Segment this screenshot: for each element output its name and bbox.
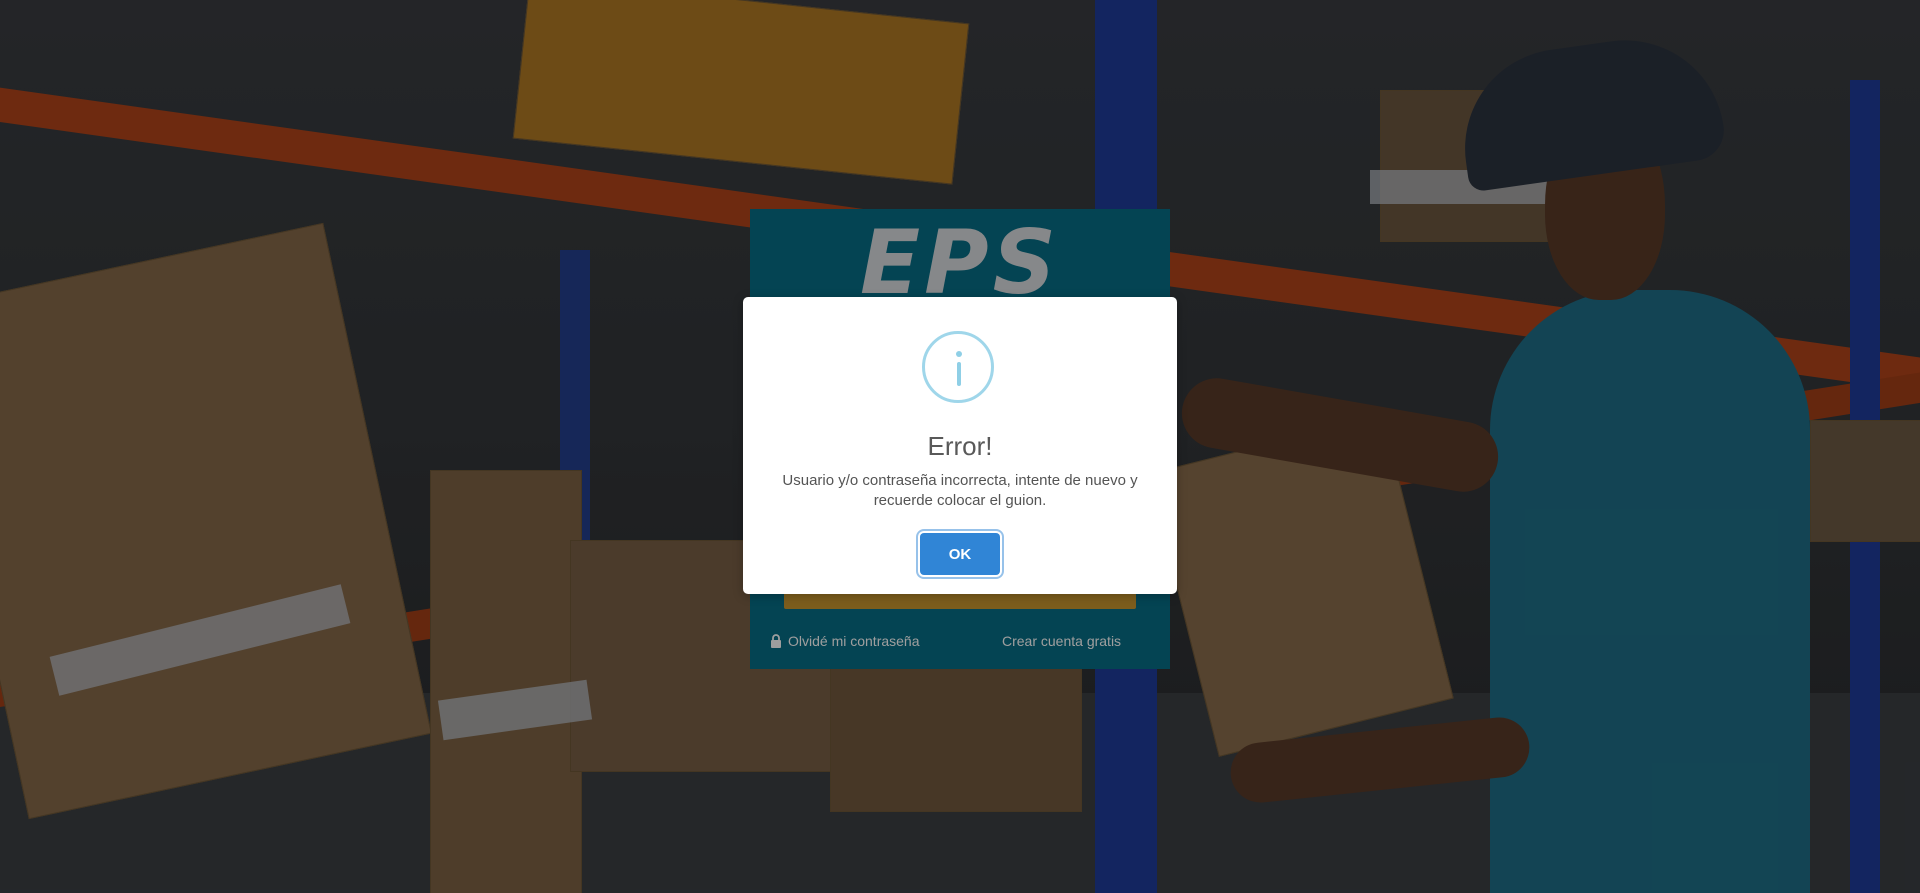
ok-button[interactable]: OK [920,533,1000,575]
info-icon-dot [956,351,962,357]
error-dialog: Error! Usuario y/o contraseña incorrecta… [743,297,1177,594]
dialog-title: Error! [927,431,993,461]
info-icon [922,331,994,403]
info-icon-stem [957,362,961,386]
dialog-message: Usuario y/o contraseña incorrecta, inten… [782,472,1138,509]
